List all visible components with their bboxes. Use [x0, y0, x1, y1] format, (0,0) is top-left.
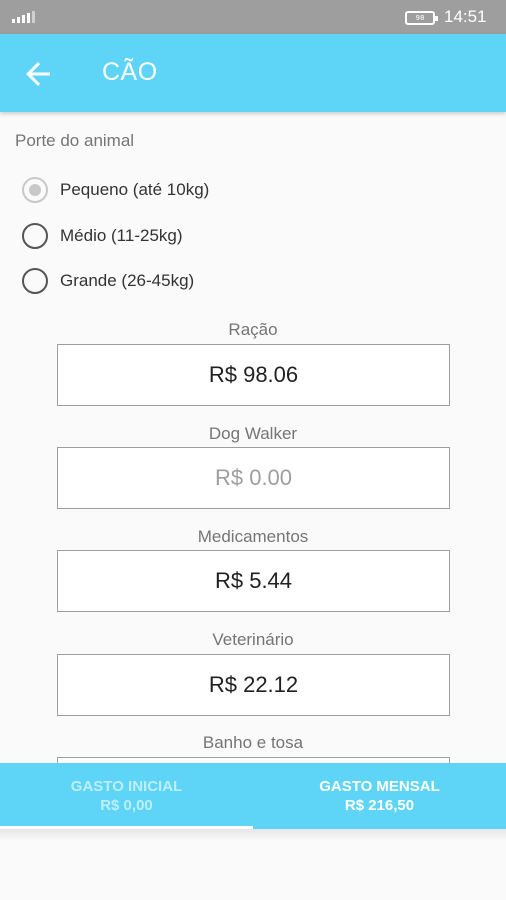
medicamentos-label: Medicamentos — [197, 527, 309, 546]
radio-button[interactable] — [22, 268, 48, 294]
bottom-tab-bar: GASTO INICIAL R$ 0,00 GASTO MENSAL R$ 21… — [0, 763, 506, 829]
tab-value: R$ 216,50 — [344, 797, 415, 814]
radio-label: Grande (26-45kg) — [60, 271, 195, 290]
tab-title: GASTO MENSAL — [319, 778, 440, 795]
banho-tosa-label: Banho e tosa — [202, 733, 304, 752]
radio-grande[interactable]: Grande (26-45kg) — [22, 266, 194, 296]
racao-label: Ração — [228, 320, 278, 339]
battery-icon: 98 — [405, 11, 438, 25]
tab-gasto-inicial[interactable]: GASTO INICIAL R$ 0,00 — [0, 763, 253, 829]
status-time: 14:51 — [444, 7, 487, 26]
veterinario-label: Veterinário — [212, 630, 294, 649]
tab-value: R$ 0,00 — [100, 797, 153, 814]
medicamentos-input[interactable]: R$ 5.44 — [57, 550, 450, 612]
porte-label: Porte do animal — [15, 131, 135, 150]
racao-input[interactable]: R$ 98.06 — [57, 344, 450, 406]
tab-indicator — [0, 826, 253, 829]
status-bar: 98 14:51 — [0, 0, 506, 34]
radio-pequeno[interactable]: Pequeno (até 10kg) — [22, 175, 209, 205]
radio-label: Pequeno (até 10kg) — [60, 180, 210, 199]
bottom-shadow — [0, 829, 506, 841]
veterinario-input[interactable]: R$ 22.12 — [57, 654, 450, 716]
back-button[interactable] — [20, 56, 56, 92]
radio-medio[interactable]: Médio (11-25kg) — [22, 221, 183, 251]
app-bar: CÃO — [0, 34, 506, 112]
signal-icon — [12, 11, 36, 23]
dog-walker-input[interactable]: R$ 0.00 — [57, 447, 450, 509]
tab-title: GASTO INICIAL — [70, 778, 183, 795]
page-title: CÃO — [102, 58, 158, 86]
radio-button-checked[interactable] — [22, 177, 48, 203]
arrow-left-icon — [26, 62, 50, 86]
tab-gasto-mensal[interactable]: GASTO MENSAL R$ 216,50 — [253, 763, 506, 829]
dog-walker-label: Dog Walker — [208, 424, 298, 443]
radio-button[interactable] — [22, 223, 48, 249]
radio-label: Médio (11-25kg) — [60, 226, 183, 245]
